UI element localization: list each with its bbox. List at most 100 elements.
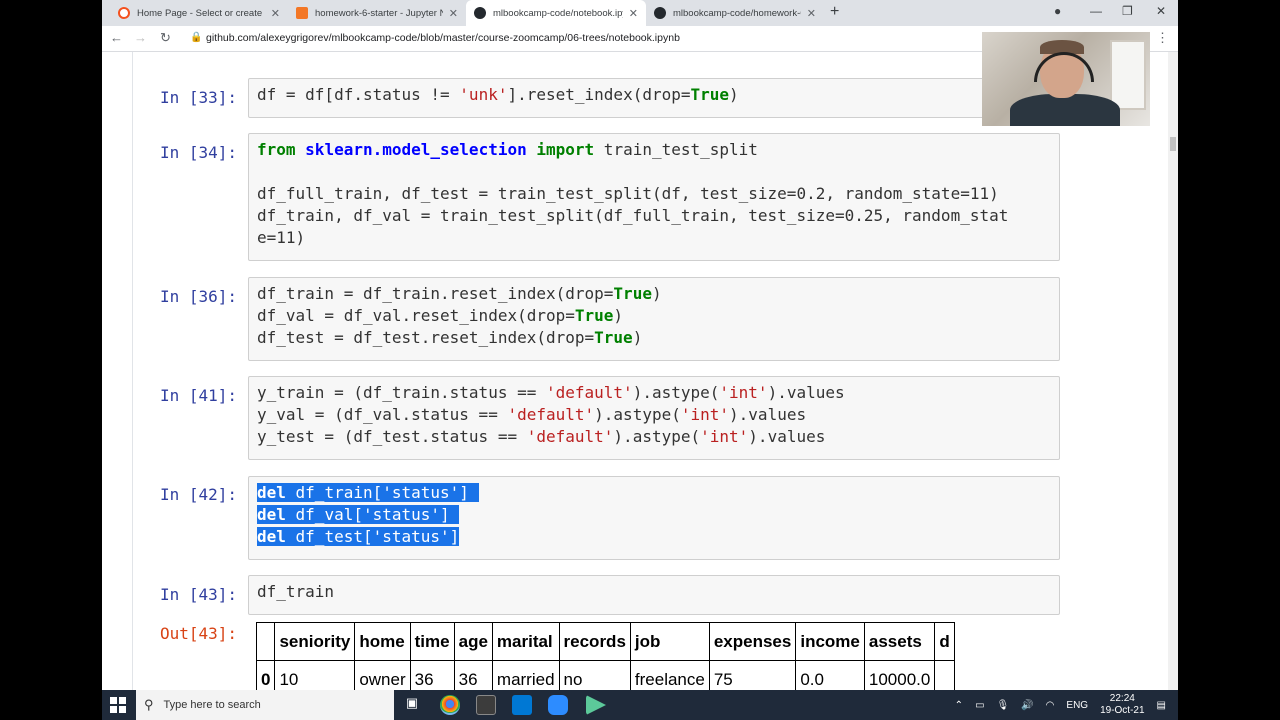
- table-cell: 75: [708, 660, 797, 690]
- table-cell: [934, 660, 955, 690]
- system-tray: ⌃ ▭ 🎙 🔊 ◠ ENG 22:24 19-Oct-21 ▤: [949, 690, 1172, 720]
- column-header: records: [558, 622, 631, 661]
- column-header: expenses: [708, 622, 797, 661]
- tab-title: homework-6-starter - Jupyter No: [315, 7, 443, 19]
- output-prompt: Out[43]:: [160, 624, 238, 643]
- code-content: df = df[df.status != 'unk'].reset_index(…: [257, 85, 739, 104]
- cell-prompt: In [43]:: [160, 585, 238, 604]
- minimize-icon[interactable]: —: [1090, 4, 1102, 18]
- jupyter-favicon-icon: [296, 7, 308, 19]
- volume-icon[interactable]: 🔊: [1021, 700, 1033, 711]
- code-cell[interactable]: df = df[df.status != 'unk'].reset_index(…: [248, 78, 1060, 118]
- column-header: income: [795, 622, 865, 661]
- code-content: y_train = (df_train.status == 'default')…: [257, 383, 845, 446]
- search-icon: ⚲: [144, 697, 154, 712]
- row-index: 0: [255, 660, 276, 690]
- tab-title: Home Page - Select or create a n: [137, 7, 265, 19]
- dataframe-table: seniority home time age marital records …: [255, 622, 955, 690]
- new-tab-icon[interactable]: +: [830, 3, 839, 21]
- taskbar-search[interactable]: ⚲ Type here to search: [136, 690, 394, 720]
- url-field[interactable]: github.com/alexeygrigorev/mlbookcamp-cod…: [206, 32, 680, 44]
- tab-jupyter[interactable]: homework-6-starter - Jupyter No ✕: [288, 0, 466, 26]
- refresh-favicon-icon: [118, 7, 130, 19]
- back-icon[interactable]: ←: [110, 30, 123, 45]
- github-favicon-icon: [474, 7, 486, 19]
- column-header: marital: [491, 622, 560, 661]
- code-cell[interactable]: df_train = df_train.reset_index(drop=Tru…: [248, 277, 1060, 361]
- tab-bar: Home Page - Select or create a n ✕ homew…: [102, 0, 1178, 26]
- cell-prompt: In [41]:: [160, 386, 238, 405]
- table-cell: no: [558, 660, 631, 690]
- table-row: 0 10 owner 36 36 married no freelance 75…: [255, 660, 955, 690]
- notebook-view: In [33]: df = df[df.status != 'unk'].res…: [102, 52, 1168, 690]
- table-cell: married: [491, 660, 560, 690]
- window-frame: [1110, 40, 1146, 110]
- code-cell[interactable]: from sklearn.model_selection import trai…: [248, 133, 1060, 261]
- cell-prompt: In [36]:: [160, 287, 238, 306]
- tab-home-page[interactable]: Home Page - Select or create a n ✕: [110, 0, 288, 26]
- code-cell[interactable]: y_train = (df_train.status == 'default')…: [248, 376, 1060, 460]
- column-header: assets: [863, 622, 936, 661]
- table-cell: 10000.0: [863, 660, 936, 690]
- table-cell: 36: [453, 660, 493, 690]
- battery-icon[interactable]: ▭: [975, 700, 984, 711]
- column-header: home: [354, 622, 411, 661]
- scrollbar-thumb[interactable]: [1170, 137, 1176, 151]
- close-tab-icon[interactable]: ✕: [271, 7, 280, 20]
- code-cell[interactable]: df_train: [248, 575, 1060, 615]
- code-content: from sklearn.model_selection import trai…: [257, 140, 1009, 247]
- table-cell: 0.0: [795, 660, 865, 690]
- close-tab-icon[interactable]: ✕: [629, 7, 638, 20]
- github-favicon-icon: [654, 7, 666, 19]
- column-header: [255, 622, 276, 661]
- task-view-icon[interactable]: ▣: [402, 695, 422, 715]
- reload-icon[interactable]: ↻: [160, 30, 171, 46]
- microphone-icon[interactable]: 🎙: [997, 700, 1010, 711]
- close-tab-icon[interactable]: ✕: [449, 7, 458, 20]
- column-header: d: [934, 622, 955, 661]
- notification-icon[interactable]: ▤: [1157, 700, 1166, 711]
- tab-title: mlbookcamp-code/notebook.ipyn: [493, 7, 623, 19]
- tab-notebook[interactable]: mlbookcamp-code/notebook.ipyn ✕: [466, 0, 646, 26]
- tab-homework[interactable]: mlbookcamp-code/homework-6 ✕: [646, 0, 824, 26]
- column-header: age: [453, 622, 493, 661]
- chrome-icon[interactable]: [440, 695, 460, 715]
- lock-icon[interactable]: 🔒: [190, 32, 202, 43]
- clock-time: 22:24: [1109, 693, 1135, 704]
- tab-title: mlbookcamp-code/homework-6: [673, 7, 801, 19]
- table-header-row: seniority home time age marital records …: [255, 622, 955, 661]
- clock[interactable]: 22:24 19-Oct-21: [1100, 693, 1144, 717]
- close-tab-icon[interactable]: ✕: [807, 7, 816, 20]
- table-cell: owner: [354, 660, 411, 690]
- cell-prompt: In [34]:: [160, 143, 238, 162]
- column-header: seniority: [274, 622, 356, 661]
- taskbar: ⚲ Type here to search ▣ ⌃ ▭ 🎙 🔊 ◠ ENG 22…: [102, 690, 1178, 720]
- vscode-icon[interactable]: [512, 695, 532, 715]
- column-header: job: [629, 622, 710, 661]
- zoom-icon[interactable]: [548, 695, 568, 715]
- cell-prompt: In [42]:: [160, 485, 238, 504]
- webcam-overlay: [982, 32, 1150, 126]
- profile-menu-icon[interactable]: ●: [1054, 4, 1061, 18]
- notebook-border: [132, 52, 133, 690]
- vertical-scrollbar[interactable]: [1168, 52, 1178, 690]
- app-icon[interactable]: [586, 695, 606, 715]
- close-window-icon[interactable]: ✕: [1156, 4, 1166, 18]
- restore-icon[interactable]: ❐: [1122, 4, 1133, 18]
- code-cell[interactable]: del df_train['status'] del df_val['statu…: [248, 476, 1060, 560]
- language-indicator[interactable]: ENG: [1066, 700, 1088, 711]
- windows-start-icon[interactable]: [110, 697, 126, 713]
- search-placeholder: Type here to search: [163, 699, 261, 711]
- code-content: df_train: [257, 582, 335, 601]
- browser-menu-icon[interactable]: ⋮: [1156, 30, 1169, 46]
- person-body: [1010, 94, 1120, 126]
- table-cell: 10: [274, 660, 356, 690]
- wifi-icon[interactable]: ◠: [1046, 700, 1055, 711]
- forward-icon[interactable]: →: [134, 30, 147, 45]
- code-content: df_train = df_train.reset_index(drop=Tru…: [257, 284, 662, 347]
- chevron-up-icon[interactable]: ⌃: [955, 700, 963, 711]
- cell-prompt: In [33]:: [160, 88, 238, 107]
- table-cell: 36: [409, 660, 455, 690]
- terminal-icon[interactable]: [476, 695, 496, 715]
- column-header: time: [409, 622, 455, 661]
